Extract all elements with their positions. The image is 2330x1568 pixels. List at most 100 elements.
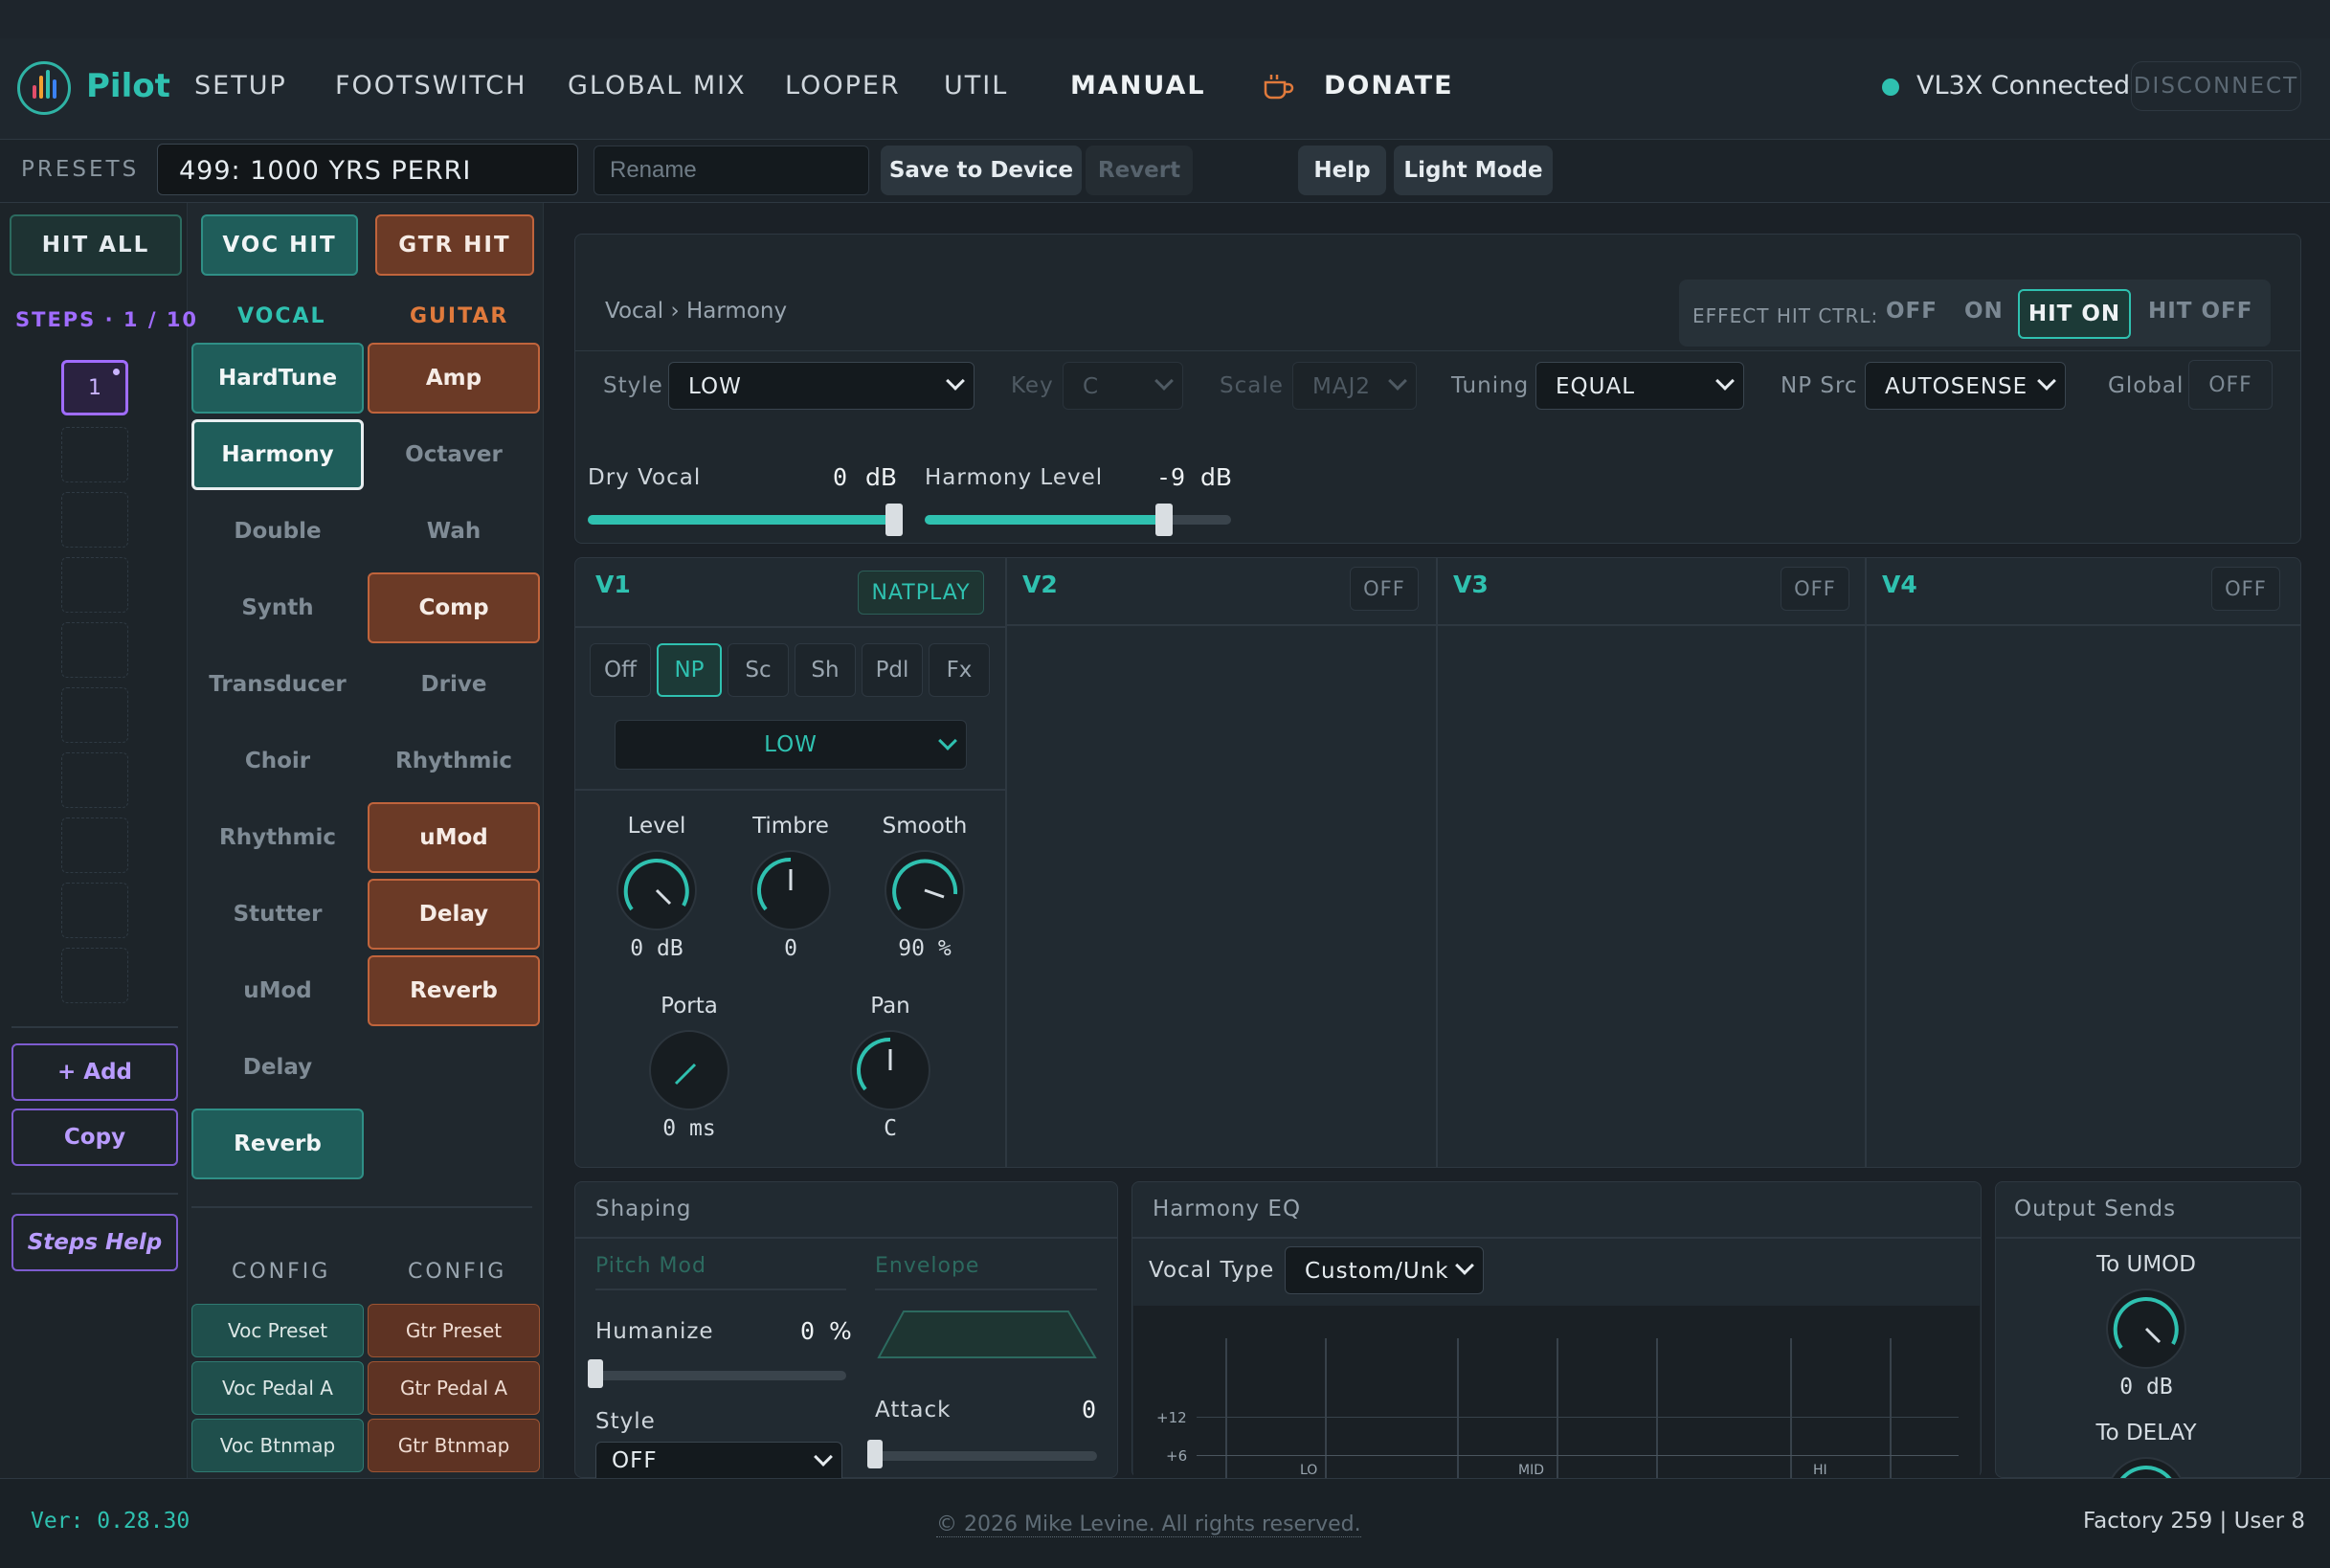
step-slot[interactable] [61, 818, 128, 873]
vocal-fx-stutter[interactable]: Stutter [191, 879, 364, 950]
guitar-fx-umod[interactable]: uMod [368, 802, 540, 873]
divider [1131, 1237, 1982, 1239]
nav-manual[interactable]: MANUAL [1070, 71, 1206, 101]
humanize-slider-thumb[interactable] [588, 1359, 603, 1388]
step-slot[interactable] [61, 492, 128, 548]
envelope-tab[interactable]: Envelope [875, 1254, 979, 1278]
vocal-fx-umod[interactable]: uMod [191, 955, 364, 1026]
gtr-hit-button[interactable]: GTR HIT [375, 214, 534, 276]
vocal-fx-choir[interactable]: Choir [191, 726, 364, 796]
style-select[interactable]: LOW [668, 362, 975, 410]
vocal-fx-double[interactable]: Double [191, 496, 364, 567]
humanize-slider[interactable] [595, 1371, 846, 1380]
rename-input[interactable] [594, 146, 869, 195]
voice-2-off-button[interactable]: OFF [1350, 567, 1419, 611]
tuning-select[interactable]: EQUAL [1535, 362, 1744, 410]
dry-vocal-slider-thumb[interactable] [885, 504, 903, 536]
voice-1-tab-off[interactable]: Off [590, 643, 651, 697]
voice-1-tab-pdl[interactable]: Pdl [862, 643, 923, 697]
step-slot[interactable] [61, 948, 128, 1003]
voice-4-off-button[interactable]: OFF [2211, 567, 2280, 611]
divider [11, 1193, 178, 1195]
nav-global-mix[interactable]: GLOBAL MIX [568, 71, 747, 101]
help-button[interactable]: Help [1298, 146, 1386, 195]
gtr-pedal-a-button[interactable]: Gtr Pedal A [368, 1361, 540, 1415]
guitar-fx-wah[interactable]: Wah [368, 496, 540, 567]
gtr-preset-button[interactable]: Gtr Preset [368, 1304, 540, 1357]
voice-1-tab-sh[interactable]: Sh [795, 643, 856, 697]
guitar-fx-amp[interactable]: Amp [368, 343, 540, 414]
voice-1-mode-badge[interactable]: NATPLAY [858, 571, 984, 615]
copyright-text[interactable]: © 2026 Mike Levine. All rights reserved. [936, 1512, 1361, 1537]
voice-3-off-button[interactable]: OFF [1781, 567, 1849, 611]
step-slot[interactable] [61, 427, 128, 482]
guitar-fx-rhythmic[interactable]: Rhythmic [368, 726, 540, 796]
nav-donate[interactable]: DONATE [1324, 71, 1454, 101]
step-slot[interactable] [61, 622, 128, 678]
global-toggle[interactable]: OFF [2188, 360, 2273, 410]
guitar-fx-comp[interactable]: Comp [368, 572, 540, 643]
guitar-fx-reverb[interactable]: Reverb [368, 955, 540, 1026]
steps-help-button[interactable]: Steps Help [11, 1214, 178, 1271]
nav-footswitch[interactable]: FOOTSWITCH [335, 71, 526, 101]
hit-ctrl-off[interactable]: OFF [1886, 299, 1938, 324]
guitar-fx-octaver[interactable]: Octaver [368, 419, 540, 490]
nav-setup[interactable]: SETUP [194, 71, 287, 101]
attack-slider-thumb[interactable] [867, 1440, 883, 1468]
np-src-select[interactable]: AUTOSENSE [1865, 362, 2066, 410]
guitar-fx-drive[interactable]: Drive [368, 649, 540, 720]
to-delay-label: To DELAY [2095, 1421, 2197, 1445]
hit-all-button[interactable]: HIT ALL [10, 214, 182, 276]
voice-1-tab-sc[interactable]: Sc [728, 643, 789, 697]
shaping-style-select[interactable]: OFF [595, 1442, 842, 1478]
attack-slider[interactable] [875, 1451, 1097, 1461]
smooth-knob[interactable] [885, 850, 965, 930]
step-slot[interactable] [61, 687, 128, 743]
harmony-level-slider-thumb[interactable] [1154, 504, 1173, 536]
voc-btnmap-button[interactable]: Voc Btnmap [191, 1419, 364, 1472]
step-slot[interactable] [61, 557, 128, 613]
add-step-button[interactable]: + Add [11, 1043, 178, 1101]
scale-select[interactable]: MAJ2 [1292, 362, 1417, 410]
hit-ctrl-on[interactable]: ON [1964, 299, 2004, 324]
voc-hit-button[interactable]: VOC HIT [201, 214, 358, 276]
vocal-type-select[interactable]: Custom/Unk [1285, 1246, 1484, 1294]
copy-step-button[interactable]: Copy [11, 1109, 178, 1166]
vocal-fx-harmony[interactable]: Harmony [191, 419, 364, 490]
guitar-fx-delay[interactable]: Delay [368, 879, 540, 950]
voice-1-interval-select[interactable]: LOW [615, 720, 967, 770]
nav-util[interactable]: UTIL [944, 71, 1008, 101]
to-delay-knob[interactable] [2106, 1457, 2186, 1478]
pilot-logo-icon [17, 61, 71, 115]
voice-1-tab-np[interactable]: NP [657, 643, 722, 697]
voc-preset-button[interactable]: Voc Preset [191, 1304, 364, 1357]
voc-pedal-a-button[interactable]: Voc Pedal A [191, 1361, 364, 1415]
gtr-btnmap-button[interactable]: Gtr Btnmap [368, 1419, 540, 1472]
pitch-mod-tab[interactable]: Pitch Mod [595, 1254, 706, 1278]
vocal-fx-transducer[interactable]: Transducer [191, 649, 364, 720]
vocal-fx-rhythmic[interactable]: Rhythmic [191, 802, 364, 873]
light-mode-button[interactable]: Light Mode [1394, 146, 1553, 195]
voice-1-tab-fx[interactable]: Fx [929, 643, 990, 697]
preset-select[interactable]: 499: 1000 YRS PERRI [157, 144, 578, 195]
vocal-fx-synth[interactable]: Synth [191, 572, 364, 643]
timbre-knob[interactable] [751, 850, 831, 930]
revert-button[interactable]: Revert [1086, 146, 1193, 195]
save-to-device-button[interactable]: Save to Device [881, 146, 1082, 195]
disconnect-button[interactable]: DISCONNECT [2131, 61, 2301, 111]
to-umod-knob[interactable] [2106, 1288, 2186, 1369]
hit-ctrl-hit-on[interactable]: HIT ON [2018, 289, 2131, 339]
step-slot[interactable] [61, 883, 128, 938]
step-1-slot[interactable]: 1 [61, 360, 128, 415]
preset-count-text: Factory 259 | User 8 [2083, 1509, 2305, 1534]
level-knob[interactable] [616, 850, 697, 930]
vocal-fx-reverb[interactable]: Reverb [191, 1109, 364, 1179]
hit-ctrl-hit-off[interactable]: HIT OFF [2148, 299, 2252, 324]
step-slot[interactable] [61, 752, 128, 808]
porta-knob[interactable] [649, 1030, 729, 1110]
key-select[interactable]: C [1063, 362, 1183, 410]
vocal-fx-delay[interactable]: Delay [191, 1032, 364, 1103]
vocal-fx-hardtune[interactable]: HardTune [191, 343, 364, 414]
pan-knob[interactable] [850, 1030, 930, 1110]
nav-looper[interactable]: LOOPER [785, 71, 901, 101]
